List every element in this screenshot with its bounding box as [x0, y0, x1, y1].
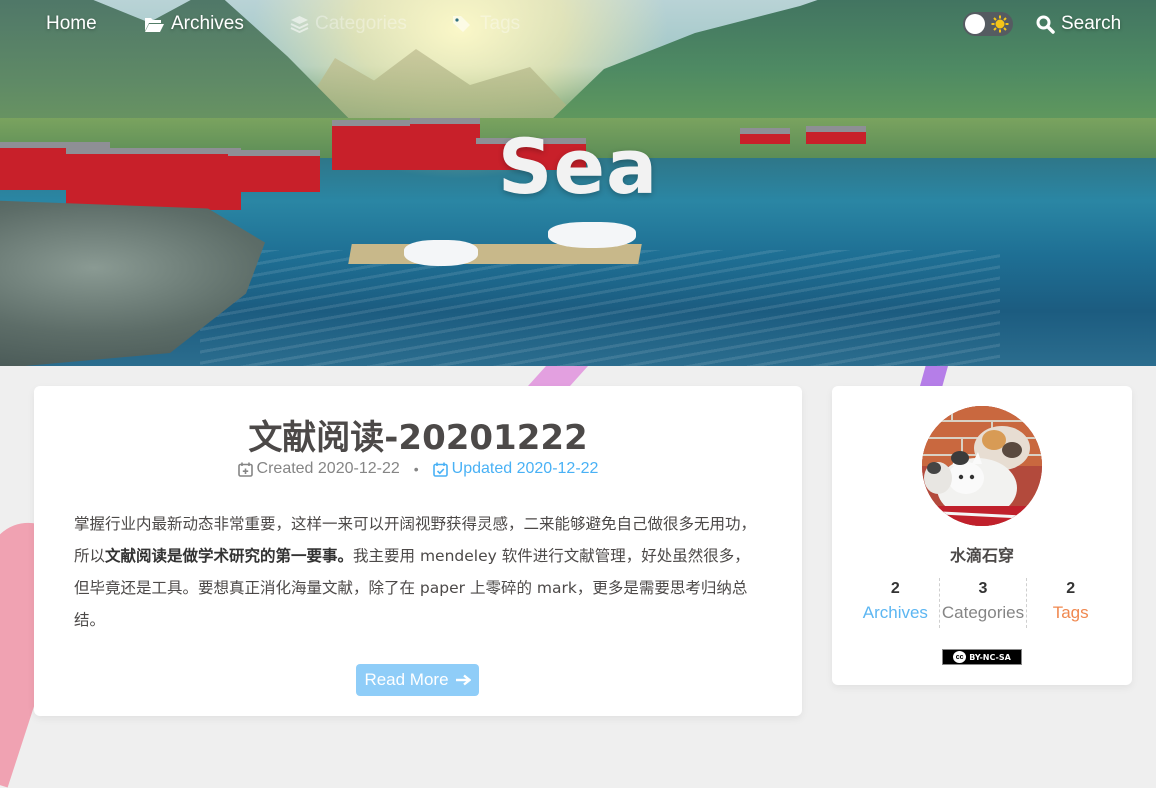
hero-banner: Sea [0, 0, 1156, 366]
nav-tags[interactable]: Tags [452, 11, 520, 37]
calendar-check-icon [432, 462, 448, 477]
excerpt-bold-text: 文献阅读是做学术研究的第一要事。 [105, 547, 354, 565]
stat-categories-count: 3 [978, 580, 988, 597]
avatar[interactable] [922, 406, 1042, 526]
nav-archives-label: Archives [171, 13, 244, 34]
stat-tags-count: 2 [1066, 580, 1076, 597]
stat-categories[interactable]: 3 Categories [938, 578, 1027, 628]
read-more-label: Read More [364, 670, 449, 689]
nav-tags-label: Tags [480, 13, 521, 34]
license-label: BY-NC-SA [969, 652, 1011, 662]
toggle-knob [965, 14, 985, 34]
nav-home-label: Home [46, 13, 97, 34]
nav-search-label: Search [1061, 13, 1122, 34]
nav-categories[interactable]: Categories [290, 11, 407, 37]
author-stats: 2 Archives 3 Categories 2 Tags [852, 578, 1114, 628]
decorative-ribbon [920, 366, 948, 386]
theme-toggle[interactable] [963, 12, 1013, 36]
hero-title: Sea [497, 122, 659, 211]
boat [404, 240, 478, 266]
calendar-plus-icon [237, 462, 253, 477]
tags-icon [453, 16, 470, 32]
stat-categories-label: Categories [941, 603, 1025, 622]
post-excerpt: 掌握行业内最新动态非常重要，这样一来可以开阔视野获得灵感，二来能够避免自己做很多… [74, 508, 764, 636]
updated-date: 2020-12-22 [516, 460, 599, 477]
read-more-button[interactable]: Read More [356, 664, 479, 696]
updated-label: Updated [451, 460, 513, 477]
meta-separator: • [413, 461, 419, 477]
top-nav: Home Archives Categories Tags Search [0, 0, 1156, 46]
stat-tags-label: Tags [1052, 603, 1089, 622]
stat-archives-label: Archives [862, 603, 928, 622]
stat-archives[interactable]: 2 Archives [852, 578, 939, 628]
cat-avatar-image [922, 406, 1042, 526]
nav-categories-label: Categories [315, 13, 407, 34]
created-meta: Created 2020-12-22 [237, 460, 400, 478]
sun-icon [991, 15, 1009, 33]
nav-home[interactable]: Home [46, 11, 97, 37]
nav-search[interactable]: Search [1036, 11, 1121, 37]
water-sparkle [200, 250, 1000, 366]
updated-meta: Updated 2020-12-22 [432, 460, 599, 478]
layers-icon [290, 16, 309, 33]
folder-open-icon [145, 17, 164, 32]
post-meta: Created 2020-12-22 • Updated 2020-12-22 [34, 460, 802, 478]
nav-archives[interactable]: Archives [144, 11, 244, 37]
decorative-ribbon [528, 366, 588, 386]
created-label: Created [256, 460, 314, 477]
author-card: 水滴石穿 2 Archives 3 Categories 2 Tags cc B… [832, 386, 1132, 685]
arrow-right-icon [455, 674, 471, 686]
stat-tags[interactable]: 2 Tags [1026, 578, 1114, 628]
license-badge[interactable]: cc BY-NC-SA [942, 649, 1022, 665]
author-name: 水滴石穿 [949, 546, 1014, 565]
created-date: 2020-12-22 [317, 460, 400, 477]
cc-icon: cc [953, 651, 967, 663]
post-title[interactable]: 文献阅读-20201222 [34, 410, 802, 459]
stat-archives-count: 2 [890, 580, 900, 597]
post-card: 文献阅读-20201222 Created 2020-12-22 • Updat… [34, 386, 802, 716]
boat [548, 222, 636, 248]
search-icon [1036, 15, 1055, 34]
